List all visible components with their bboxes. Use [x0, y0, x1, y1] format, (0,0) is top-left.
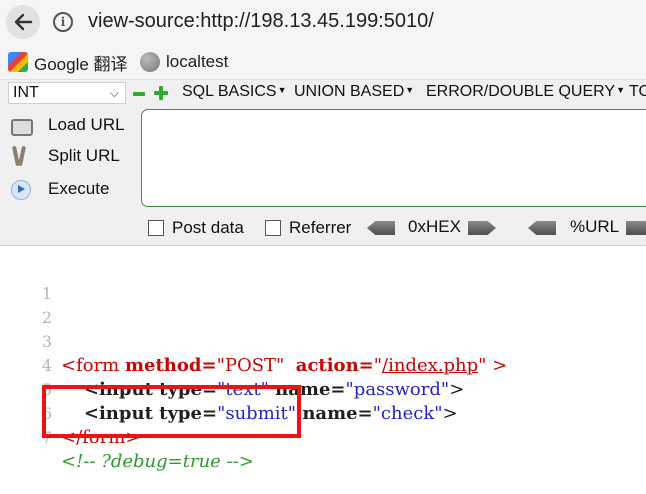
plus-icon[interactable]	[154, 86, 168, 100]
hex-decode-arrow-icon[interactable]	[367, 221, 395, 235]
load-url-button[interactable]: Load URL	[8, 112, 125, 138]
source-line: 5 <input type="submit" name="check">	[0, 354, 646, 424]
highlight-box	[42, 385, 301, 438]
hackbar-url-textarea[interactable]	[141, 109, 646, 207]
globe-icon	[140, 52, 160, 72]
bookmarks-bar: Google 翻译 localtest	[0, 44, 646, 80]
source-line: 4 <input type="text" name="password">	[0, 330, 646, 400]
type-select[interactable]: INT ⌵	[8, 82, 126, 104]
bookmark-google-translate[interactable]: Google 翻译	[8, 51, 128, 74]
menu-sql-basics[interactable]: SQL BASICS▼	[182, 83, 286, 101]
back-button[interactable]	[6, 5, 40, 39]
debug-comment-code: <!-- ?debug=true -->	[61, 451, 254, 472]
address-bar: i view-source:http://198.13.45.199:5010/	[0, 0, 646, 44]
execute-play-icon	[8, 178, 34, 200]
url-encode-label: %URL	[570, 217, 620, 236]
menu-error-double-query[interactable]: ERROR/DOUBLE QUERY▼	[426, 83, 625, 101]
load-url-icon	[8, 114, 34, 136]
referrer-checkbox[interactable]: Referrer	[265, 218, 351, 238]
bookmark-label: localtest	[166, 52, 229, 71]
menu-truncated[interactable]: TO	[629, 83, 646, 101]
chevron-down-icon: ⌵	[109, 86, 119, 100]
url-decode-arrow-icon[interactable]	[528, 221, 556, 235]
minus-icon[interactable]	[133, 92, 145, 96]
hex-encode-arrow-icon[interactable]	[468, 221, 496, 235]
caret-down-icon: ▼	[405, 85, 415, 95]
split-url-button[interactable]: Split URL	[8, 143, 120, 169]
split-url-icon	[8, 145, 34, 167]
post-data-checkbox[interactable]: Post data	[148, 218, 244, 238]
hackbar-panel: INT ⌵ SQL BASICS▼ UNION BASED▼ ERROR/DOU…	[0, 80, 646, 246]
google-logo-icon	[8, 52, 28, 72]
bookmark-label: Google 翻译	[34, 54, 128, 74]
caret-down-icon: ▼	[616, 85, 625, 95]
info-icon[interactable]: i	[53, 12, 73, 32]
checkbox-box[interactable]	[265, 220, 281, 236]
menu-union-based[interactable]: UNION BASED▼	[294, 83, 414, 101]
bookmark-localtest[interactable]: localtest	[140, 51, 228, 73]
hex-label: 0xHEX	[408, 217, 461, 236]
page-source-view: 1 2 3 <form method="POST" action="/index…	[0, 247, 646, 494]
url-encode-arrow-icon[interactable]	[626, 221, 646, 235]
execute-button[interactable]: Execute	[8, 176, 109, 202]
checkbox-box[interactable]	[148, 220, 164, 236]
source-line: 3 <form method="POST" action="/index.php…	[0, 306, 646, 376]
source-line: 1	[0, 258, 646, 303]
source-line: 2	[0, 282, 646, 327]
type-select-value: INT	[13, 84, 39, 101]
url-field[interactable]: view-source:http://198.13.45.199:5010/	[88, 10, 434, 33]
caret-down-icon: ▼	[277, 85, 287, 95]
back-arrow-icon	[14, 13, 33, 31]
